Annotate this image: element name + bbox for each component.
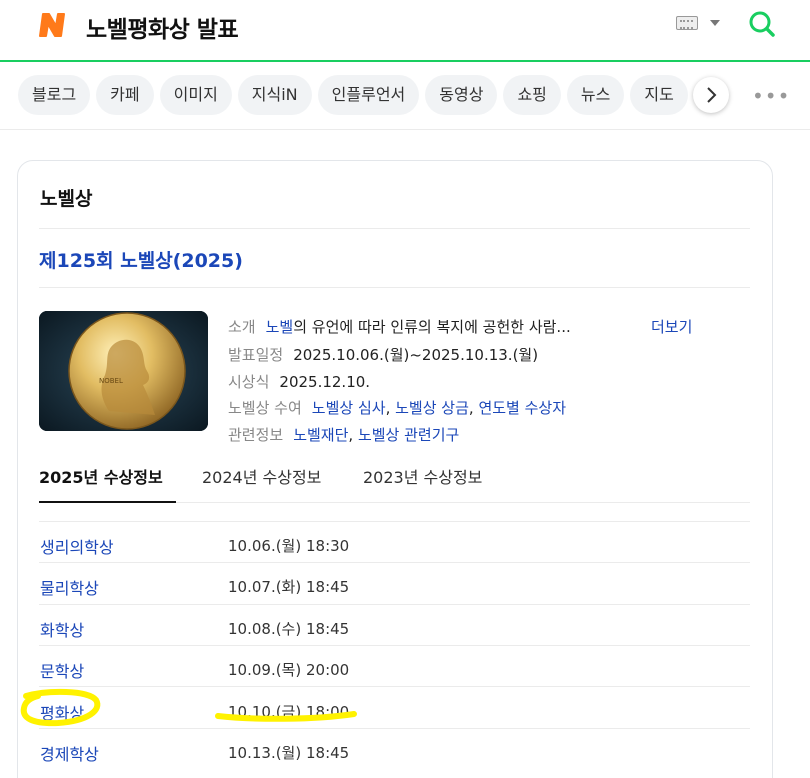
search-tabs: 블로그 카페 이미지 지식iN 인플루언서 동영상 쇼핑 뉴스 지도 — [18, 75, 748, 115]
card-title[interactable]: 노벨상 — [40, 184, 92, 211]
intro-nobel-link[interactable]: 노벨 — [266, 318, 294, 336]
prize-date-peace: 10.10.(금) 18:00 — [228, 703, 350, 721]
tab-map[interactable]: 지도 — [630, 75, 688, 115]
search-query-text[interactable]: 노벨평화상 발표 — [86, 10, 239, 44]
more-link[interactable]: 더보기 — [651, 316, 692, 337]
prize-name-chemistry[interactable]: 화학상 — [40, 617, 84, 641]
prize-date-economics: 10.13.(월) 18:45 — [228, 744, 350, 762]
announce-value: 2025.10.06.(월)~2025.10.13.(월) — [293, 346, 539, 364]
svg-text:NOBEL: NOBEL — [99, 377, 123, 385]
prize-name-literature[interactable]: 문학상 — [40, 658, 84, 682]
info-award-row: 노벨상 수여 노벨상 심사, 노벨상 상금, 연도별 수상자 — [228, 399, 567, 417]
prize-date-chemistry: 10.08.(수) 18:45 — [228, 620, 350, 638]
tab-news[interactable]: 뉴스 — [566, 75, 625, 115]
related-link-organizations[interactable]: 노벨상 관련기구 — [358, 426, 459, 444]
award-link-winners-by-year[interactable]: 연도별 수상자 — [478, 399, 566, 417]
award-link-review[interactable]: 노벨상 심사 — [312, 399, 386, 417]
tab-year-2023[interactable]: 2023년 수상정보 — [363, 464, 482, 488]
ceremony-value: 2025.12.10. — [279, 373, 371, 391]
search-icon[interactable] — [748, 10, 776, 38]
chevron-down-icon[interactable] — [710, 20, 720, 26]
tab-influencer[interactable]: 인플루언서 — [317, 75, 420, 115]
related-link-foundation[interactable]: 노벨재단 — [293, 426, 348, 444]
active-tab-indicator — [39, 501, 176, 503]
tab-year-2024[interactable]: 2024년 수상정보 — [202, 464, 321, 488]
intro-text: 의 유언에 따라 인류의 복지에 공헌한 사람... — [293, 318, 571, 336]
divider — [39, 287, 750, 288]
info-announce-row: 발표일정 2025.10.06.(월)~2025.10.13.(월) — [228, 344, 538, 365]
tab-shopping[interactable]: 쇼핑 — [503, 75, 561, 115]
info-label-announce: 발표일정 — [228, 346, 284, 364]
tab-blog[interactable]: 블로그 — [18, 75, 91, 115]
nobel-medal-image[interactable]: NOBEL — [39, 311, 208, 431]
divider — [39, 521, 750, 522]
info-related-row: 관련정보 노벨재단, 노벨상 관련기구 — [228, 426, 460, 444]
divider — [39, 686, 750, 687]
tab-year-2025[interactable]: 2025년 수상정보 — [39, 464, 163, 488]
chevron-right-icon — [707, 87, 717, 103]
more-options-icon[interactable]: ••• — [752, 84, 790, 108]
tab-video[interactable]: 동영상 — [425, 75, 498, 115]
naver-logo-icon[interactable] — [36, 9, 68, 41]
info-label-intro: 소개 — [228, 318, 256, 336]
tabs-next-button[interactable] — [693, 77, 729, 113]
divider — [0, 129, 810, 130]
divider — [39, 604, 750, 605]
keyboard-icon[interactable] — [676, 16, 698, 30]
info-ceremony-row: 시상식 2025.12.10. — [228, 371, 370, 392]
header: 노벨평화상 발표 — [0, 0, 810, 62]
prize-date-literature: 10.09.(목) 20:00 — [228, 661, 350, 679]
divider — [39, 562, 750, 563]
tab-image[interactable]: 이미지 — [159, 75, 232, 115]
info-label-related: 관련정보 — [228, 426, 284, 444]
prize-name-medicine[interactable]: 생리의학상 — [40, 534, 114, 558]
tab-cafe[interactable]: 카페 — [96, 75, 154, 115]
divider — [39, 645, 750, 646]
info-label-award: 노벨상 수여 — [228, 399, 302, 417]
card-subtitle-link[interactable]: 제125회 노벨상(2025) — [39, 246, 243, 273]
info-intro-row: 소개 노벨의 유언에 따라 인류의 복지에 공헌한 사람... — [228, 316, 571, 337]
prize-date-medicine: 10.06.(월) 18:30 — [228, 537, 350, 555]
prize-name-economics[interactable]: 경제학상 — [40, 741, 99, 765]
award-link-prize-money[interactable]: 노벨상 상금 — [395, 399, 469, 417]
prize-name-peace[interactable]: 평화상 — [40, 700, 84, 724]
info-label-ceremony: 시상식 — [228, 373, 270, 391]
divider — [39, 228, 750, 229]
divider — [39, 728, 750, 729]
prize-name-physics[interactable]: 물리학상 — [40, 575, 99, 599]
tab-kin[interactable]: 지식iN — [237, 75, 312, 115]
prize-date-physics: 10.07.(화) 18:45 — [228, 578, 350, 596]
